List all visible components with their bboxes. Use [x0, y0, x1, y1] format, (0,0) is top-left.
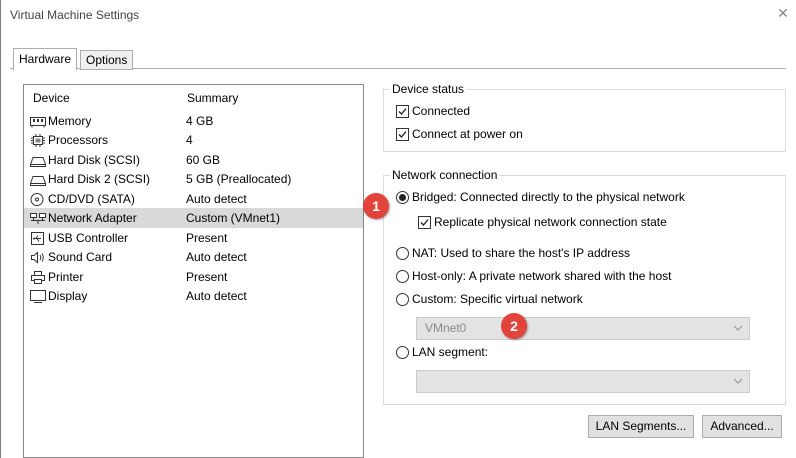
device-summary: 5 GB (Preallocated): [186, 172, 292, 186]
device-status-group: [383, 89, 786, 152]
processor-icon: [30, 133, 46, 147]
advanced-button[interactable]: Advanced...: [702, 415, 782, 438]
window-title: Virtual Machine Settings: [10, 8, 140, 22]
device-name: Hard Disk 2 (SCSI): [48, 172, 151, 186]
connected-label: Connected: [412, 104, 471, 118]
network-connection-label: Network connection: [390, 168, 500, 182]
device-summary: Auto detect: [186, 250, 247, 264]
hard-disk-icon: [30, 154, 46, 167]
bridged-radio[interactable]: Bridged: Connected directly to the physi…: [396, 190, 685, 204]
connect-at-power-on-label: Connect at power on: [412, 127, 523, 141]
device-summary: 60 GB: [186, 153, 221, 167]
display-icon: [30, 289, 46, 303]
radio-icon: [396, 246, 409, 260]
check-icon: [418, 215, 431, 229]
device-name: Sound Card: [48, 250, 113, 264]
device-summary: Custom (VMnet1): [186, 211, 281, 225]
callout-badge-2: 2: [501, 313, 527, 339]
device-name: Printer: [48, 270, 84, 284]
host-only-label: Host-only: A private network shared with…: [412, 269, 672, 283]
replicate-checkbox[interactable]: Replicate physical network connection st…: [418, 215, 667, 229]
device-list[interactable]: Device Summary Memory 4 GB Processors 4 …: [23, 84, 364, 458]
hard-disk-icon: [30, 173, 46, 186]
window-border: [0, 0, 1, 458]
device-row-usb-controller[interactable]: USB Controller Present: [24, 228, 363, 248]
device-name: CD/DVD (SATA): [48, 192, 135, 206]
custom-network-select[interactable]: VMnet0: [416, 317, 750, 340]
device-name: Network Adapter: [48, 211, 137, 225]
device-name: USB Controller: [48, 231, 129, 245]
device-summary: Auto detect: [186, 289, 247, 303]
device-name: Processors: [48, 133, 109, 147]
callout-badge-1: 1: [363, 193, 389, 219]
column-header-summary[interactable]: Summary: [187, 91, 238, 105]
device-summary: 4: [186, 133, 193, 147]
device-summary: 4 GB: [186, 114, 214, 128]
sound-icon: [30, 250, 46, 264]
connect-at-power-on-checkbox[interactable]: Connect at power on: [396, 127, 523, 141]
memory-icon: [30, 115, 46, 128]
device-row-sound-card[interactable]: Sound Card Auto detect: [24, 247, 363, 267]
network-adapter-icon: [30, 212, 46, 225]
connected-checkbox[interactable]: Connected: [396, 104, 470, 118]
custom-network-value: VMnet0: [425, 321, 467, 335]
device-summary: Present: [186, 270, 228, 284]
printer-icon: [30, 270, 46, 284]
device-row-hard-disk-2[interactable]: Hard Disk 2 (SCSI) 5 GB (Preallocated): [24, 169, 363, 189]
lan-segment-select[interactable]: [416, 370, 750, 393]
device-row-hard-disk[interactable]: Hard Disk (SCSI) 60 GB: [24, 150, 363, 170]
replicate-label: Replicate physical network connection st…: [434, 215, 667, 229]
chevron-down-icon: [733, 318, 743, 346]
bridged-label: Bridged: Connected directly to the physi…: [412, 190, 685, 204]
cd-dvd-icon: [30, 192, 46, 206]
lan-segment-radio[interactable]: LAN segment:: [396, 345, 488, 359]
lan-segment-label: LAN segment:: [412, 345, 489, 359]
check-icon: [396, 127, 409, 141]
nat-radio[interactable]: NAT: Used to share the host's IP address: [396, 246, 630, 260]
device-row-display[interactable]: Display Auto detect: [24, 286, 363, 306]
radio-icon: [396, 269, 409, 283]
check-icon: [396, 104, 409, 118]
device-row-cd-dvd[interactable]: CD/DVD (SATA) Auto detect: [24, 189, 363, 209]
column-header-device[interactable]: Device: [33, 91, 70, 105]
host-only-radio[interactable]: Host-only: A private network shared with…: [396, 269, 671, 283]
usb-icon: [30, 231, 46, 245]
radio-icon: [396, 345, 409, 359]
custom-radio[interactable]: Custom: Specific virtual network: [396, 292, 583, 306]
chevron-down-icon: [733, 371, 743, 399]
device-name: Hard Disk (SCSI): [48, 153, 141, 167]
nat-label: NAT: Used to share the host's IP address: [412, 246, 630, 260]
device-name: Memory: [48, 114, 92, 128]
device-row-processors[interactable]: Processors 4: [24, 130, 363, 150]
device-summary: Auto detect: [186, 192, 247, 206]
tab-hardware[interactable]: Hardware: [13, 48, 78, 71]
radio-icon: [396, 292, 409, 306]
device-summary: Present: [186, 231, 228, 245]
device-name: Display: [48, 289, 88, 303]
device-row-network-adapter[interactable]: Network Adapter Custom (VMnet1): [24, 208, 363, 228]
custom-label: Custom: Specific virtual network: [412, 292, 583, 306]
radio-selected-icon: [396, 190, 409, 204]
device-status-label: Device status: [390, 82, 467, 96]
close-icon[interactable]: ✕: [774, 4, 792, 22]
tab-options[interactable]: Options: [80, 50, 134, 70]
device-row-memory[interactable]: Memory 4 GB: [24, 111, 363, 131]
lan-segments-button[interactable]: LAN Segments...: [588, 415, 694, 438]
device-row-printer[interactable]: Printer Present: [24, 267, 363, 287]
